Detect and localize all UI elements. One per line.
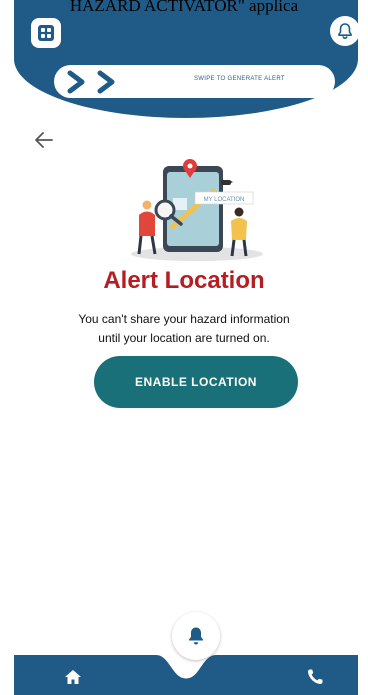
double-chevron-right-icon[interactable] <box>64 70 134 94</box>
grid-menu-icon <box>38 25 54 41</box>
alert-nav-button[interactable] <box>172 612 220 660</box>
home-icon[interactable] <box>62 666 84 688</box>
location-description: You can't share your hazard information … <box>0 310 368 348</box>
description-line: You can't share your hazard information <box>78 312 290 326</box>
page-caption: HAZARD ACTIVATOR" applica <box>69 0 299 15</box>
header-panel <box>14 0 358 118</box>
phone-icon[interactable] <box>304 666 326 688</box>
bell-icon <box>189 627 203 645</box>
illustration-sign-text: MY LOCATION <box>204 197 245 203</box>
description-line: until your location are turned on. <box>98 331 270 345</box>
swipe-to-alert-slider[interactable]: SWIPE TO GENERATE ALERT <box>54 65 335 98</box>
enable-location-button[interactable]: ENABLE LOCATION <box>94 356 298 408</box>
back-arrow-icon[interactable] <box>32 128 56 152</box>
notification-button[interactable] <box>330 16 360 46</box>
swipe-label: SWIPE TO GENERATE ALERT <box>194 76 285 82</box>
page-title: Alert Location <box>103 267 265 294</box>
location-illustration: MY LOCATION <box>131 159 263 261</box>
bell-icon <box>338 23 352 39</box>
menu-button[interactable] <box>31 18 61 48</box>
